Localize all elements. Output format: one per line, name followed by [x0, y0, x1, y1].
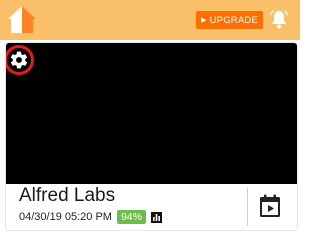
- divider: [247, 188, 248, 226]
- bar-chart-icon[interactable]: [150, 211, 162, 223]
- upgrade-label: UPGRADE: [209, 14, 258, 26]
- camera-meta: 04/30/19 05:20 PM 94%: [19, 210, 162, 224]
- timestamp: 04/30/19 05:20 PM: [19, 211, 112, 223]
- gear-icon[interactable]: [9, 50, 29, 70]
- upgrade-button[interactable]: ▶ UPGRADE: [196, 11, 263, 29]
- bell-icon[interactable]: [270, 9, 288, 29]
- camera-preview[interactable]: [6, 43, 297, 184]
- camera-name: Alfred Labs: [19, 185, 116, 206]
- camera-info-bar: Alfred Labs 04/30/19 05:20 PM 94%: [6, 184, 297, 230]
- top-bar: ▶ UPGRADE: [0, 0, 300, 40]
- calendar-play-icon[interactable]: [259, 194, 281, 218]
- play-arrow-icon: ▶: [201, 17, 207, 24]
- home-icon[interactable]: [6, 4, 38, 34]
- battery-badge: 94%: [116, 210, 146, 224]
- camera-card[interactable]: Alfred Labs 04/30/19 05:20 PM 94%: [5, 42, 298, 231]
